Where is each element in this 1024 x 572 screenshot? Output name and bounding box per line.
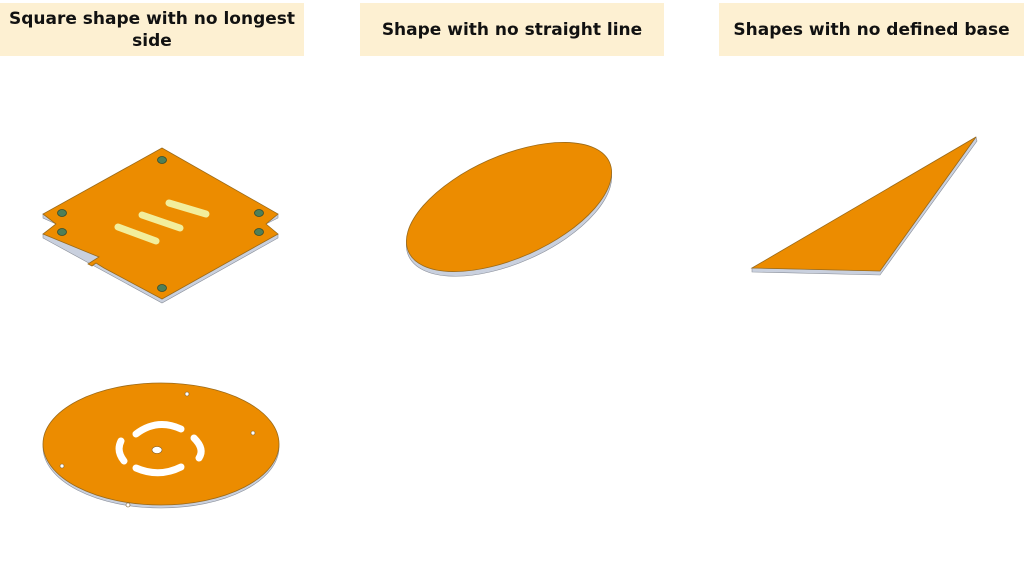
triangle-plate-top — [750, 136, 977, 272]
ellipse-plate-illustration — [405, 142, 613, 277]
hole-left — [59, 463, 65, 469]
hole-bottom — [157, 284, 167, 292]
label-square-shape-text: Square shape with no longest side — [8, 8, 296, 51]
disc-plate-illustration — [42, 382, 280, 509]
hole-left-lower — [57, 228, 67, 236]
label-no-straight-line: Shape with no straight line — [360, 3, 664, 56]
triangle-plate-illustration — [750, 136, 978, 276]
hole-right-upper — [254, 209, 264, 217]
label-no-defined-base: Shapes with no defined base — [719, 3, 1024, 56]
center-hole — [151, 446, 163, 454]
label-square-shape: Square shape with no longest side — [0, 3, 304, 56]
hole-left-upper — [57, 209, 67, 217]
disc-plate-top — [42, 382, 280, 506]
hole-top — [157, 156, 167, 164]
hole-bottom — [125, 502, 131, 508]
hole-right — [250, 430, 256, 436]
label-no-defined-base-text: Shapes with no defined base — [733, 19, 1010, 40]
ellipse-plate-top — [405, 142, 613, 272]
square-plate-illustration — [42, 147, 279, 304]
label-no-straight-line-text: Shape with no straight line — [381, 19, 643, 40]
hole-right-lower — [254, 228, 264, 236]
hole-top-right — [184, 391, 190, 397]
